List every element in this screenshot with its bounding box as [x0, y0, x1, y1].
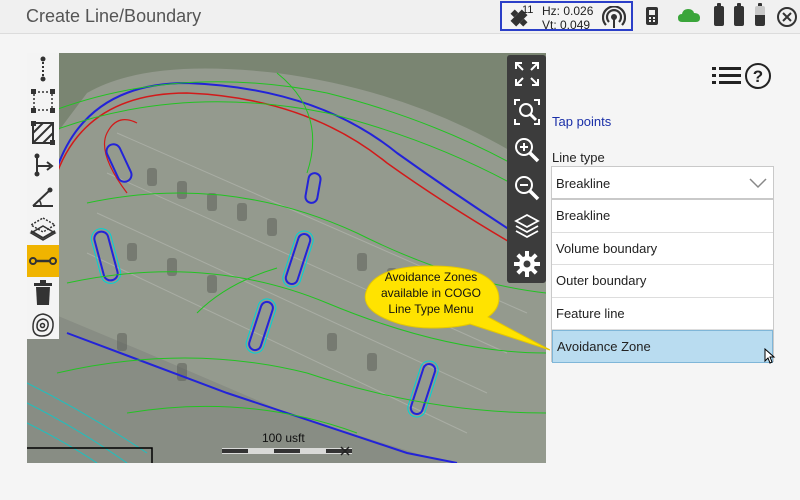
mouse-cursor-icon: [764, 348, 776, 364]
boundary-icon: [31, 89, 55, 113]
gnss-status[interactable]: 11 Hz: 0.026 Vt: 0.049: [500, 1, 633, 32]
option-outer-boundary[interactable]: Outer boundary: [552, 265, 773, 298]
hz-precision: Hz: 0.026: [542, 4, 594, 18]
option-breakline[interactable]: Breakline: [552, 200, 773, 233]
layers-icon: [513, 213, 540, 239]
close-icon[interactable]: [339, 445, 351, 457]
line-vertical-icon: [40, 56, 46, 82]
option-avoidance-zone[interactable]: Avoidance Zone: [552, 330, 773, 363]
angle-line-icon: [32, 187, 53, 207]
branch-line-icon: [34, 153, 54, 177]
line-type-select[interactable]: Breakline: [551, 166, 774, 199]
callout-line: Line Type Menu: [388, 302, 474, 316]
branch-line-tool[interactable]: [27, 149, 59, 181]
line-type-value: Breakline: [556, 176, 611, 191]
fullscreen-icon: [514, 62, 539, 86]
surface-layer-tool[interactable]: [27, 213, 59, 245]
callout-text: Avoidance Zones available in COGO Line T…: [360, 269, 502, 317]
menu-list-icon[interactable]: [712, 65, 742, 85]
battery-icon[interactable]: [714, 3, 724, 26]
zoom-in-icon: [514, 138, 539, 163]
radio-icon: [602, 6, 626, 28]
callout-line: available in COGO: [380, 286, 482, 300]
zoom-extent-button[interactable]: [507, 93, 546, 131]
line-vertical-tool[interactable]: [27, 53, 59, 85]
drawing-toolbar: [27, 53, 59, 339]
delete-tool[interactable]: [27, 277, 59, 309]
cloud-icon[interactable]: [677, 5, 701, 27]
option-feature-line[interactable]: Feature line: [552, 298, 773, 331]
zoom-in-button[interactable]: [507, 131, 546, 169]
title-bar: Create Line/Boundary 11 Hz: 0.026 Vt: 0.…: [0, 0, 800, 34]
zoom-out-icon: [514, 176, 539, 201]
line-type-label: Line type: [552, 150, 605, 165]
map-toolbar: [507, 55, 546, 283]
option-volume-boundary[interactable]: Volume boundary: [552, 233, 773, 266]
layers-button[interactable]: [507, 207, 546, 245]
zoom-extent-icon: [513, 99, 540, 125]
battery-icon[interactable]: [755, 3, 765, 26]
fullscreen-button[interactable]: [507, 55, 546, 93]
window-title: Create Line/Boundary: [26, 6, 202, 26]
svg-text:?: ?: [753, 67, 763, 86]
avoidance-line-tool[interactable]: [27, 245, 59, 277]
scale-label: 100 usft: [262, 431, 305, 445]
trash-icon: [34, 280, 52, 305]
controller-icon[interactable]: [644, 5, 660, 27]
zoom-out-button[interactable]: [507, 169, 546, 207]
battery-icon[interactable]: [734, 3, 744, 26]
map-view[interactable]: [27, 53, 546, 463]
close-icon[interactable]: [776, 6, 798, 28]
vt-precision: Vt: 0.049: [542, 18, 591, 32]
hatched-area-icon: [31, 121, 55, 145]
contour-icon: [32, 313, 54, 337]
hatched-area-tool[interactable]: [27, 117, 59, 149]
angle-line-tool[interactable]: [27, 181, 59, 213]
tap-points-hint: Tap points: [552, 114, 612, 129]
contour-tool[interactable]: [27, 309, 59, 341]
callout-line: Avoidance Zones: [384, 270, 478, 284]
line-type-dropdown: Breakline Volume boundary Outer boundary…: [551, 199, 774, 363]
help-icon[interactable]: ?: [744, 62, 772, 90]
chevron-down-icon: [749, 178, 767, 189]
aerial-map: [27, 53, 546, 463]
surface-layer-icon: [29, 217, 57, 241]
satellite-count: 11: [522, 4, 534, 16]
boundary-tool[interactable]: [27, 85, 59, 117]
avoidance-line-icon: [29, 257, 57, 265]
